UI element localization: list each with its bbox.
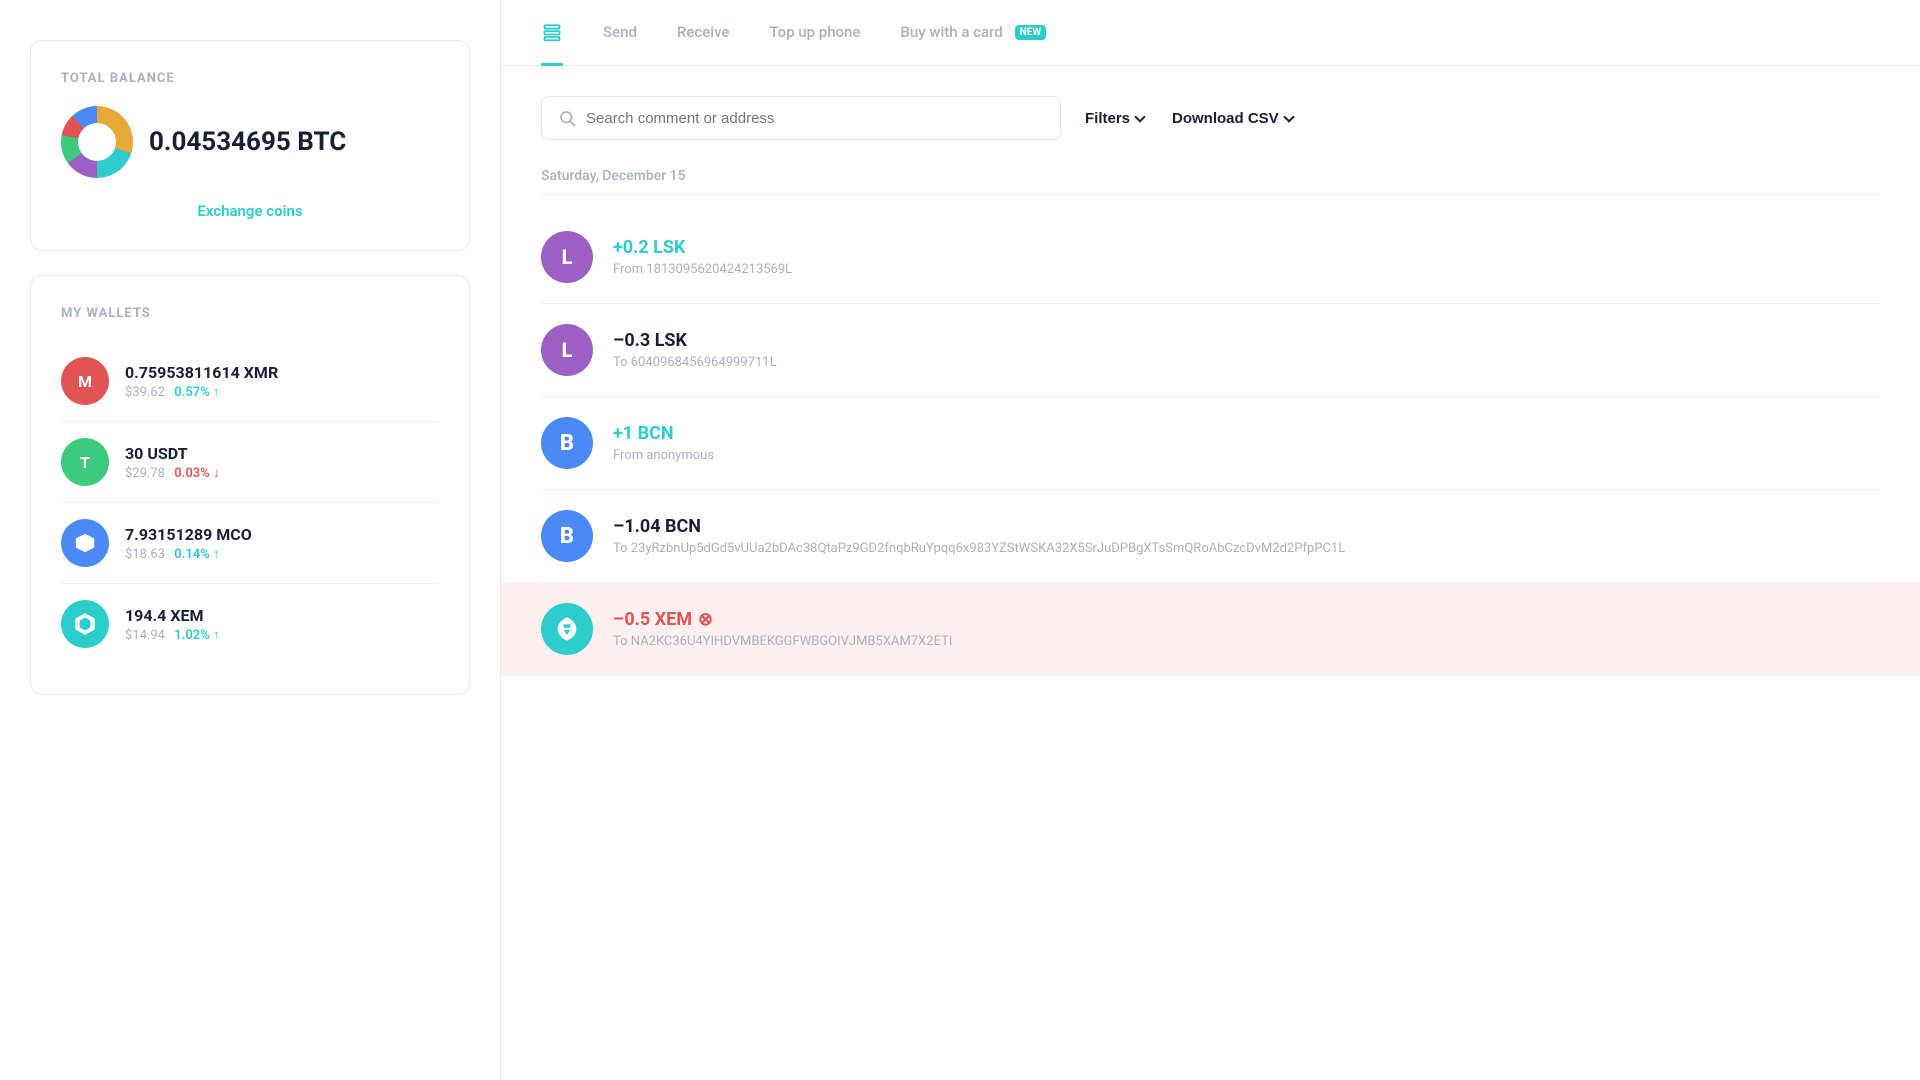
- tab-send[interactable]: Send: [603, 3, 637, 64]
- tx-lsk-out-address: To 60409684569649997​11L: [613, 355, 1880, 370]
- tab-send-label: Send: [603, 23, 637, 41]
- xem-fiat: $14.94 1.02% ↑: [125, 627, 439, 643]
- wallet-item-mco[interactable]: 7.93151289 MCO $18.63 0.14% ↑: [61, 503, 439, 584]
- filters-chevron-icon: [1134, 111, 1145, 122]
- tab-bar: Send Receive Top up phone Buy with a car…: [501, 0, 1920, 66]
- download-csv-label: Download CSV: [1172, 110, 1279, 127]
- tx-bcn-out-amount: –1.04 BCN: [613, 516, 1880, 537]
- tx-xem-warn-info: –0.5 XEM ⊗ To NA2KC36U4YIHDVMBEKGGFWBGOI…: [613, 609, 1880, 649]
- transactions-panel: Filters Download CSV Saturday, December …: [501, 66, 1920, 1080]
- tx-bcn-in-address: From anonymous: [613, 448, 1880, 463]
- warning-icon: ⊗: [698, 609, 713, 630]
- xem-change: 1.02% ↑: [174, 628, 219, 643]
- xem-amount: 194.4 XEM: [125, 606, 439, 625]
- xmr-change: 0.57% ↑: [174, 385, 219, 400]
- tab-topup-label: Top up phone: [769, 23, 860, 41]
- tx-lsk-in-info: +0.2 LSK From 181309562042421356​9L: [613, 237, 1880, 277]
- mco-info: 7.93151289 MCO $18.63 0.14% ↑: [125, 525, 439, 562]
- bcn-out-tx-icon: B: [541, 510, 593, 562]
- transaction-item-xem-warn[interactable]: –0.5 XEM ⊗ To NA2KC36U4YIHDVMBEKGGFWBGOI…: [501, 583, 1920, 676]
- tx-xem-warn-address: To NA2KC36U4YIHDVMBEKGGFWBGOIVJMB5XAM7X2…: [613, 634, 1880, 649]
- usdt-fiat: $29.78 0.03% ↓: [125, 465, 439, 481]
- bcn-in-tx-icon: B: [541, 417, 593, 469]
- history-icon: [541, 21, 563, 43]
- usdt-icon: T: [61, 438, 109, 486]
- tx-xem-warn-amount: –0.5 XEM ⊗: [613, 609, 1880, 630]
- search-icon: [558, 109, 576, 127]
- sidebar: TOTAL BALANCE 0.04534695 BTC Exchange co…: [0, 0, 500, 1080]
- usdt-amount: 30 USDT: [125, 444, 439, 463]
- balance-donut-chart: [61, 106, 133, 178]
- transaction-item-lsk-in[interactable]: L +0.2 LSK From 181309562042421356​9L: [541, 211, 1880, 304]
- transaction-item-bcn-out[interactable]: B –1.04 BCN To 23yRzbnUp5dGd5vUUa2bDAc38…: [541, 490, 1880, 583]
- main-panel: Send Receive Top up phone Buy with a car…: [500, 0, 1920, 1080]
- xem-warn-tx-icon: [541, 603, 593, 655]
- filters-label: Filters: [1085, 110, 1130, 127]
- mco-amount: 7.93151289 MCO: [125, 525, 439, 544]
- wallet-item-usdt[interactable]: T 30 USDT $29.78 0.03% ↓: [61, 422, 439, 503]
- usdt-info: 30 USDT $29.78 0.03% ↓: [125, 444, 439, 481]
- transaction-item-lsk-out[interactable]: L –0.3 LSK To 60409684569649997​11L: [541, 304, 1880, 397]
- mco-icon: [61, 519, 109, 567]
- tx-bcn-in-amount: +1 BCN: [613, 423, 1880, 444]
- tx-lsk-out-amount: –0.3 LSK: [613, 330, 1880, 351]
- wallet-item-xmr[interactable]: M 0.75953811614 XMR $39.62 0.57% ↑: [61, 341, 439, 422]
- xmr-amount: 0.75953811614 XMR: [125, 363, 439, 382]
- filters-button[interactable]: Filters: [1081, 102, 1148, 135]
- xem-icon: [61, 600, 109, 648]
- xmr-icon: M: [61, 357, 109, 405]
- download-csv-button[interactable]: Download CSV: [1168, 102, 1297, 135]
- tab-receive[interactable]: Receive: [677, 3, 730, 64]
- tab-buywithcard[interactable]: Buy with a card New: [900, 3, 1046, 64]
- tab-history[interactable]: [541, 1, 563, 66]
- tx-bcn-out-address: To 23yRzbnUp5dGd5vUUa2bDAc38QtaPz9GD2fnq…: [613, 541, 1880, 556]
- tx-bcn-in-info: +1 BCN From anonymous: [613, 423, 1880, 463]
- balance-amount: 0.04534695 BTC: [149, 127, 346, 157]
- total-balance-label: TOTAL BALANCE: [61, 71, 439, 86]
- lsk-tx-icon: L: [541, 231, 593, 283]
- wallet-item-xem[interactable]: 194.4 XEM $14.94 1.02% ↑: [61, 584, 439, 664]
- tx-bcn-out-info: –1.04 BCN To 23yRzbnUp5dGd5vUUa2bDAc38Qt…: [613, 516, 1880, 556]
- search-box[interactable]: [541, 96, 1061, 140]
- total-balance-row: 0.04534695 BTC: [61, 106, 439, 178]
- wallets-label: MY WALLETS: [61, 306, 439, 321]
- search-row: Filters Download CSV: [541, 96, 1880, 140]
- search-input[interactable]: [586, 110, 1044, 127]
- exchange-coins-link[interactable]: Exchange coins: [61, 202, 439, 220]
- date-label: Saturday, December 15: [541, 168, 1880, 195]
- tab-topup[interactable]: Top up phone: [769, 3, 860, 64]
- xmr-info: 0.75953811614 XMR $39.62 0.57% ↑: [125, 363, 439, 400]
- download-csv-chevron-icon: [1283, 111, 1294, 122]
- new-badge: New: [1015, 25, 1046, 40]
- mco-change: 0.14% ↑: [174, 547, 219, 562]
- mco-fiat: $18.63 0.14% ↑: [125, 546, 439, 562]
- usdt-change: 0.03% ↓: [174, 466, 219, 481]
- total-balance-card: TOTAL BALANCE 0.04534695 BTC Exchange co…: [30, 40, 470, 251]
- transaction-item-bcn-in[interactable]: B +1 BCN From anonymous: [541, 397, 1880, 490]
- tab-buywithcard-label: Buy with a card: [900, 23, 1002, 41]
- xem-info: 194.4 XEM $14.94 1.02% ↑: [125, 606, 439, 643]
- tx-lsk-in-address: From 181309562042421356​9L: [613, 262, 1880, 277]
- xmr-fiat: $39.62 0.57% ↑: [125, 384, 439, 400]
- tx-lsk-in-amount: +0.2 LSK: [613, 237, 1880, 258]
- lsk-out-tx-icon: L: [541, 324, 593, 376]
- my-wallets-card: MY WALLETS M 0.75953811614 XMR $39.62 0.…: [30, 275, 470, 695]
- tx-lsk-out-info: –0.3 LSK To 60409684569649997​11L: [613, 330, 1880, 370]
- tab-receive-label: Receive: [677, 23, 730, 41]
